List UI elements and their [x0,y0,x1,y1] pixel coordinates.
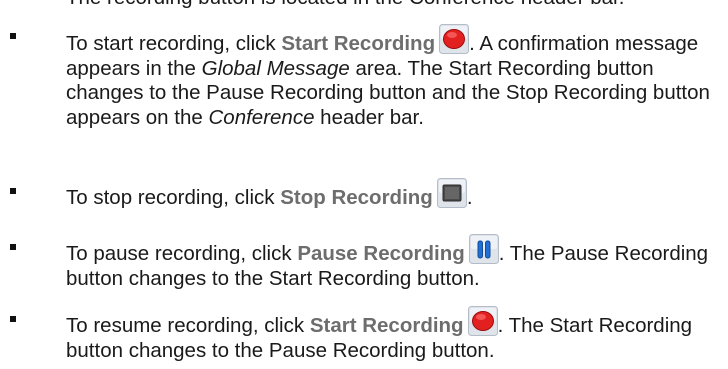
command-name: Start Recording [281,32,436,55]
record-icon [467,306,498,336]
list-item-start-recording: To start recording, click Start Recordin… [0,24,728,160]
pause-icon [468,234,499,264]
command-name: Start Recording [309,314,464,337]
cropped-intro-line: The recording button is located in the C… [66,0,624,11]
text-fragment: To stop recording, click [66,186,281,209]
text-fragment: header bar. [314,105,424,129]
command-name: Pause Recording [297,242,465,265]
bullet-marker [10,188,16,194]
bullet-text: To start recording, click Start Recordin… [66,24,728,130]
list-item-stop-recording: To stop recording, click Stop Recording. [0,172,728,212]
stop-icon [436,178,467,208]
list-item-pause-recording: To pause recording, click Pause Recordin… [0,224,728,290]
document-page: The recording button is located in the C… [0,0,728,369]
text-fragment: To start recording, click [66,32,282,55]
bullet-text: To stop recording, click Stop Recording. [66,178,728,211]
text-fragment: . [466,186,473,209]
text-fragment: To pause recording, click [66,242,298,265]
italic-term: Global Message [201,56,350,80]
bullet-text: To pause recording, click Pause Recordin… [66,234,728,291]
command-name: Stop Recording [280,186,433,209]
record-icon [439,24,470,54]
bullet-marker [10,33,16,39]
list-item-resume-recording: To resume recording, click Start Recordi… [0,296,728,362]
italic-term: Conference [208,105,315,129]
bullet-text: To resume recording, click Start Recordi… [66,306,728,363]
text-fragment: To resume recording, click [66,314,310,337]
bullet-marker [10,244,16,250]
bullet-marker [10,316,16,322]
